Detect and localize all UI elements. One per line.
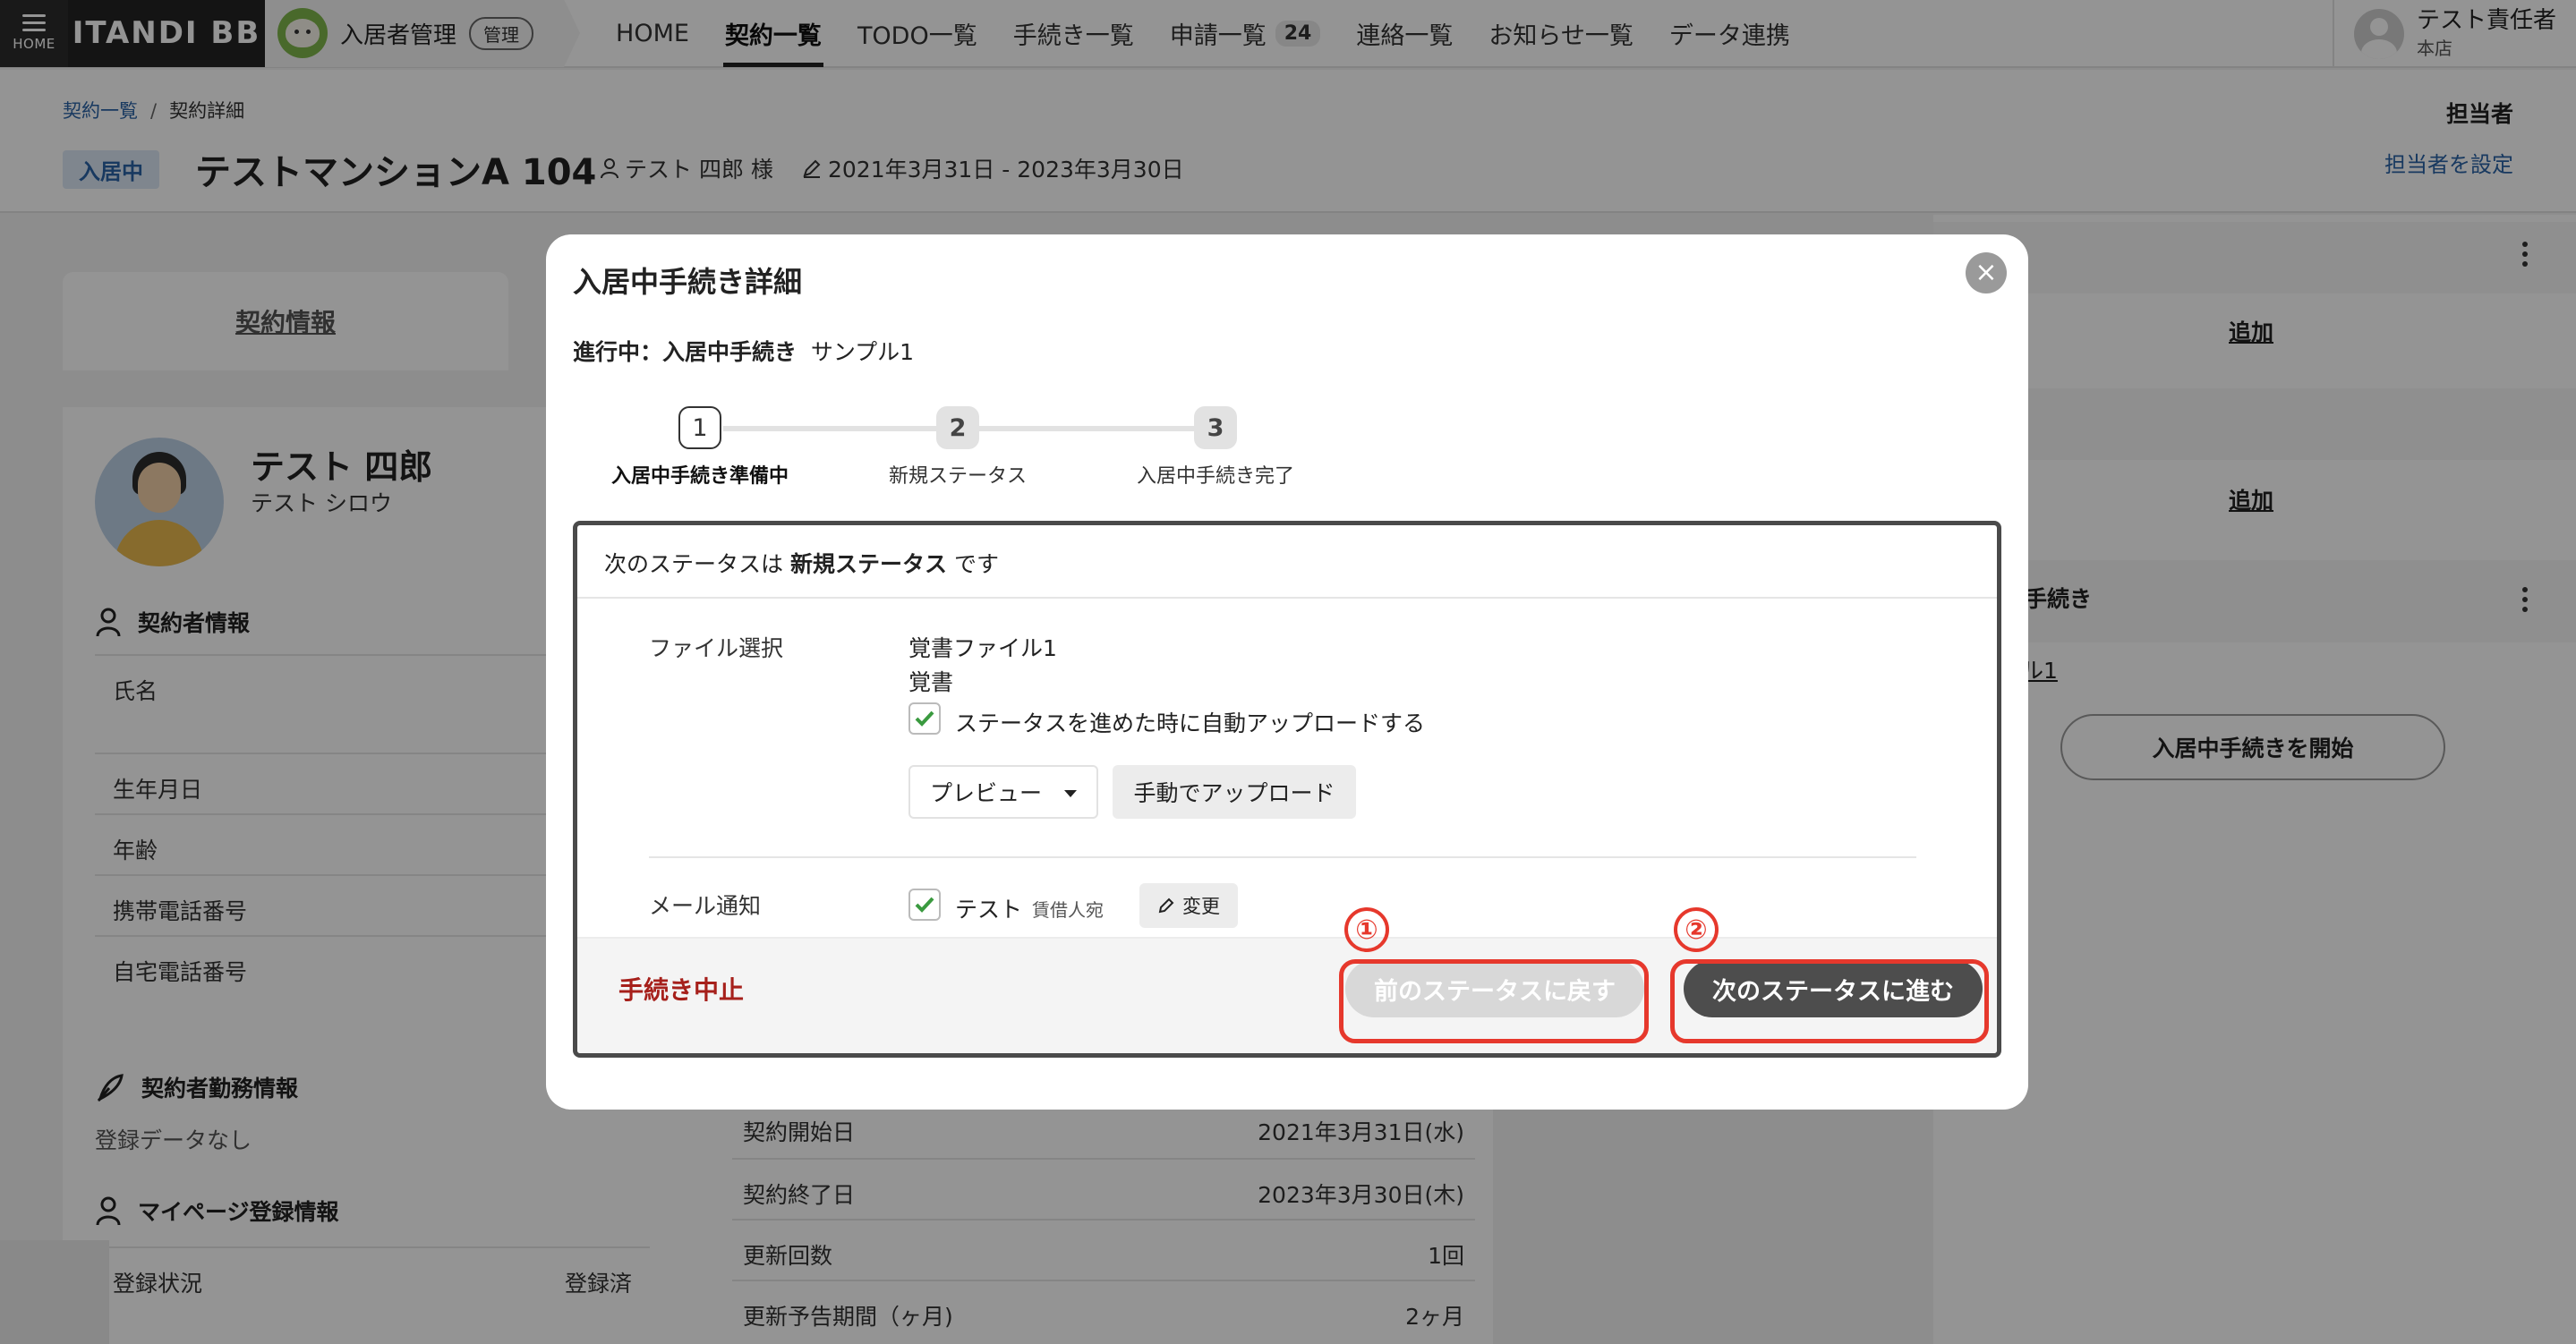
status-stepper: 1 2 3 入居中手続き準備中 新規ステータス 入居中手続き完了 [546, 403, 1441, 501]
change-recipient-button[interactable]: 変更 [1139, 883, 1238, 928]
step-1: 1 [678, 406, 721, 449]
mail-recipient: テスト [955, 897, 1023, 923]
step-2: 2 [936, 406, 979, 449]
caret-down-icon [1064, 790, 1077, 797]
step-connector [723, 426, 947, 431]
progress-status: 進行中：入居中手続き サンプル1 [573, 339, 915, 365]
preview-dropdown[interactable]: プレビュー [908, 765, 1098, 819]
auto-upload-label: ステータスを進めた時に自動アップロードする [955, 710, 1426, 736]
annotation-marker-2: ② [1674, 907, 1719, 952]
mail-notify-label: メール通知 [649, 893, 762, 919]
check-icon [915, 897, 934, 913]
step-1-label: 入居中手続き準備中 [610, 465, 789, 488]
step-3-label: 入居中手続き完了 [1136, 465, 1294, 488]
file-select-label: ファイル選択 [649, 635, 784, 661]
file-type: 覚書 [908, 669, 954, 695]
highlight-box-1 [1339, 959, 1649, 1043]
auto-upload-checkbox[interactable] [908, 702, 941, 735]
pencil-icon [1158, 897, 1174, 914]
step-2-label: 新規ステータス [888, 465, 1027, 488]
file-name: 覚書ファイル1 [908, 635, 1057, 661]
next-status-heading: 次のステータスは 新規ステータス です [577, 525, 1997, 599]
highlight-box-2 [1670, 959, 1989, 1043]
mail-recipient-note: 賃借人宛 [1032, 899, 1104, 921]
manual-upload-button[interactable]: 手動でアップロード [1113, 765, 1356, 819]
annotation-marker-1: ① [1344, 907, 1389, 952]
divider [649, 856, 1916, 858]
close-icon: × [1975, 257, 1998, 288]
mail-notify-checkbox[interactable] [908, 889, 941, 921]
close-button[interactable]: × [1966, 252, 2007, 293]
modal-title: 入居中手続き詳細 [573, 265, 803, 299]
step-3: 3 [1194, 406, 1237, 449]
step-connector [979, 426, 1203, 431]
check-icon [915, 710, 934, 727]
abort-procedure-link[interactable]: 手続き中止 [618, 971, 744, 1007]
